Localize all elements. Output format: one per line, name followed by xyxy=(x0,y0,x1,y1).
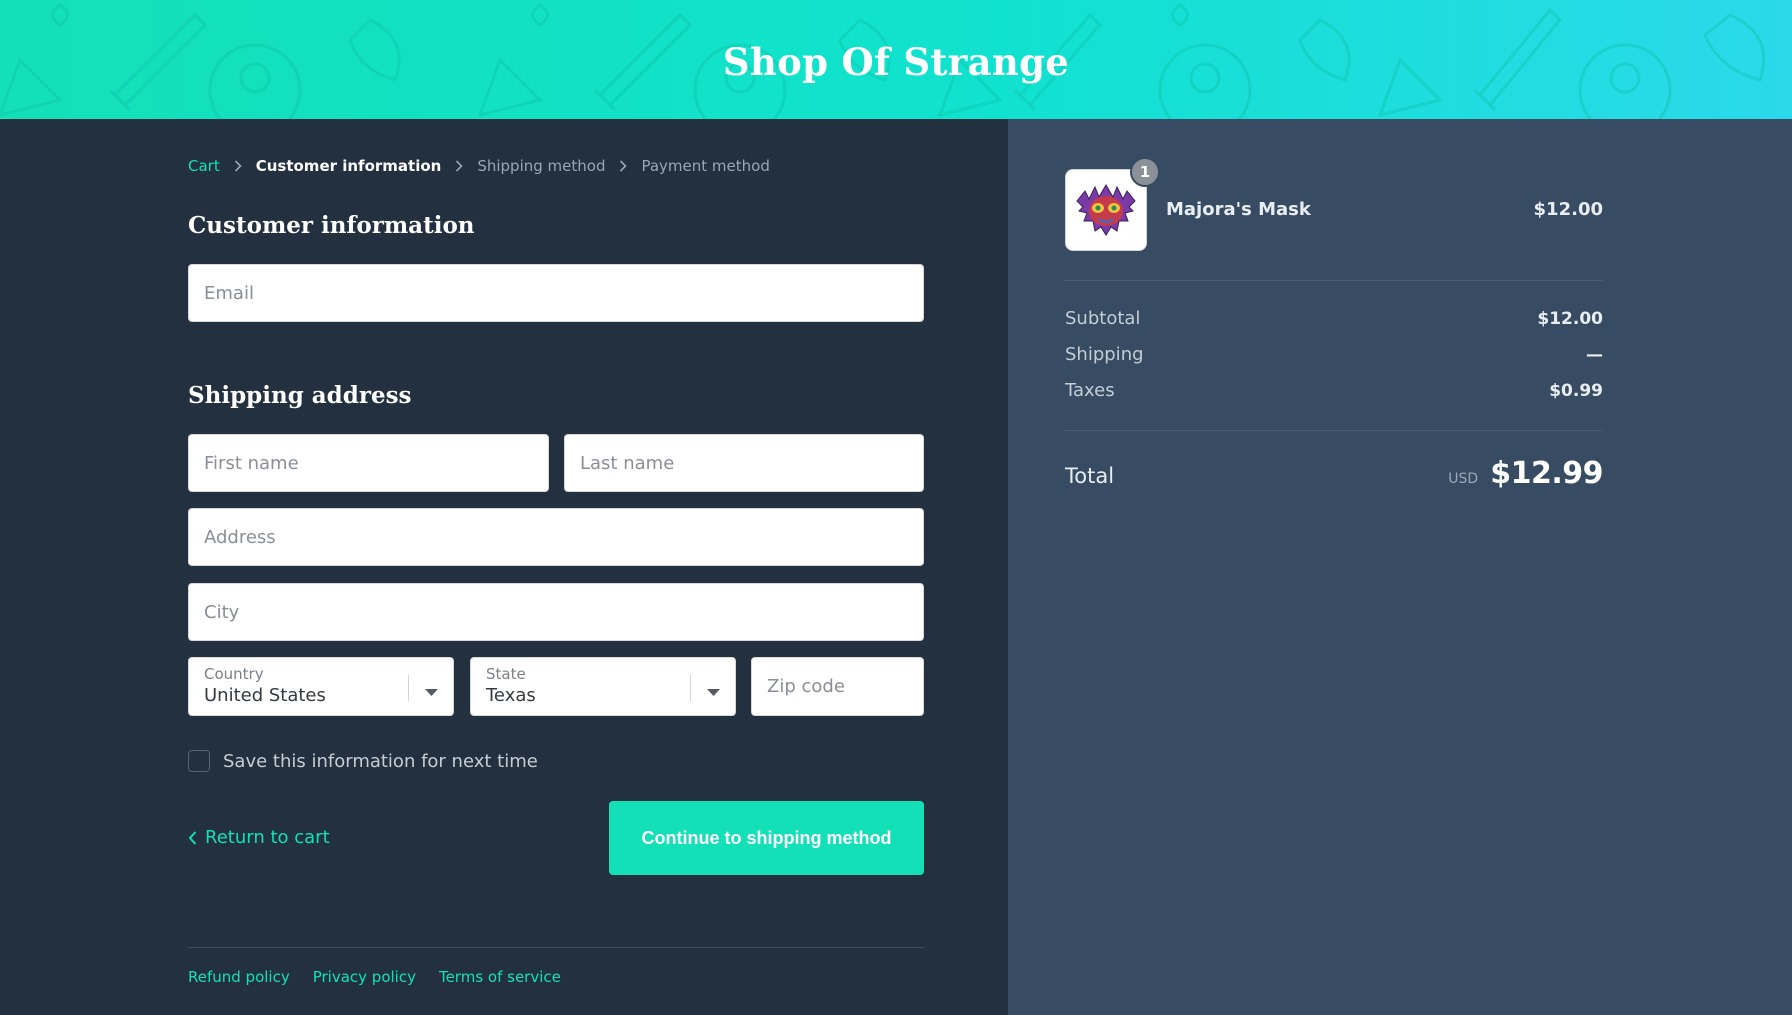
shipping-address-heading: Shipping address xyxy=(188,382,412,409)
save-info-label[interactable]: Save this information for next time xyxy=(223,751,538,772)
refund-policy-link[interactable]: Refund policy xyxy=(188,968,290,986)
city-placeholder: City xyxy=(204,602,240,623)
zip-code-field[interactable]: Zip code xyxy=(751,657,924,716)
customer-information-heading: Customer information xyxy=(188,212,475,239)
city-field[interactable]: City xyxy=(188,583,924,641)
breadcrumb-shipping-method: Shipping method xyxy=(477,157,606,175)
last-name-field[interactable]: Last name xyxy=(564,434,924,492)
taxes-label: Taxes xyxy=(1065,380,1115,401)
state-label: State xyxy=(486,665,526,683)
taxes-row: Taxes $0.99 xyxy=(1065,380,1603,401)
breadcrumb-customer-information: Customer information xyxy=(255,157,442,175)
breadcrumb-payment-method: Payment method xyxy=(641,157,770,175)
product-price: $12.00 xyxy=(1533,199,1603,220)
country-value: United States xyxy=(204,685,326,706)
footer-divider xyxy=(188,947,924,948)
email-placeholder: Email xyxy=(204,283,254,304)
save-info-row[interactable]: Save this information for next time xyxy=(188,750,538,772)
header-banner: Shop Of Strange xyxy=(0,0,1792,119)
select-divider xyxy=(690,675,691,701)
last-name-placeholder: Last name xyxy=(580,453,675,474)
return-to-cart-label[interactable]: Return to cart xyxy=(205,827,330,848)
footer-links: Refund policy Privacy policy Terms of se… xyxy=(188,968,584,986)
product-name: Majora's Mask xyxy=(1166,199,1311,220)
state-value: Texas xyxy=(486,685,536,706)
address-placeholder: Address xyxy=(204,527,276,548)
taxes-value: $0.99 xyxy=(1549,381,1603,401)
total-value: $12.99 xyxy=(1490,456,1603,491)
save-info-checkbox[interactable] xyxy=(188,750,210,772)
state-select[interactable]: State Texas xyxy=(470,657,736,716)
privacy-policy-link[interactable]: Privacy policy xyxy=(313,968,416,986)
zip-code-placeholder: Zip code xyxy=(767,676,845,697)
breadcrumb-cart[interactable]: Cart xyxy=(188,157,220,175)
order-summary-sidebar xyxy=(1008,119,1792,1015)
breadcrumb: Cart Customer information Shipping metho… xyxy=(188,157,770,175)
total-value-group: USD $12.99 xyxy=(1448,456,1603,491)
country-select[interactable]: Country United States xyxy=(188,657,454,716)
country-label: Country xyxy=(204,665,264,683)
subtotal-row: Subtotal $12.00 xyxy=(1065,308,1603,329)
return-to-cart-link[interactable]: Return to cart xyxy=(188,827,330,848)
total-row: Total USD $12.99 xyxy=(1065,456,1603,491)
shipping-row: Shipping — xyxy=(1065,344,1603,365)
chevron-left-icon xyxy=(188,830,197,845)
chevron-right-icon xyxy=(234,160,242,172)
subtotal-label: Subtotal xyxy=(1065,308,1141,329)
summary-divider xyxy=(1065,430,1603,431)
terms-of-service-link[interactable]: Terms of service xyxy=(439,968,561,986)
shipping-label: Shipping xyxy=(1065,344,1144,365)
chevron-right-icon xyxy=(619,160,628,172)
address-field[interactable]: Address xyxy=(188,508,924,566)
shipping-value: — xyxy=(1586,345,1603,365)
quantity-badge: 1 xyxy=(1130,157,1160,187)
first-name-placeholder: First name xyxy=(204,453,299,474)
total-label: Total xyxy=(1065,464,1115,488)
first-name-field[interactable]: First name xyxy=(188,434,549,492)
summary-divider xyxy=(1065,280,1603,281)
subtotal-value: $12.00 xyxy=(1537,309,1603,329)
select-divider xyxy=(408,675,409,701)
caret-down-icon xyxy=(707,682,720,701)
checkout-main xyxy=(0,119,1008,1015)
caret-down-icon xyxy=(425,682,438,701)
shop-title[interactable]: Shop Of Strange xyxy=(0,40,1792,84)
chevron-right-icon xyxy=(455,160,463,172)
currency-code: USD xyxy=(1448,471,1479,487)
continue-to-shipping-button[interactable]: Continue to shipping method xyxy=(609,801,924,875)
email-field[interactable]: Email xyxy=(188,264,924,322)
majoras-mask-image xyxy=(1076,184,1136,236)
